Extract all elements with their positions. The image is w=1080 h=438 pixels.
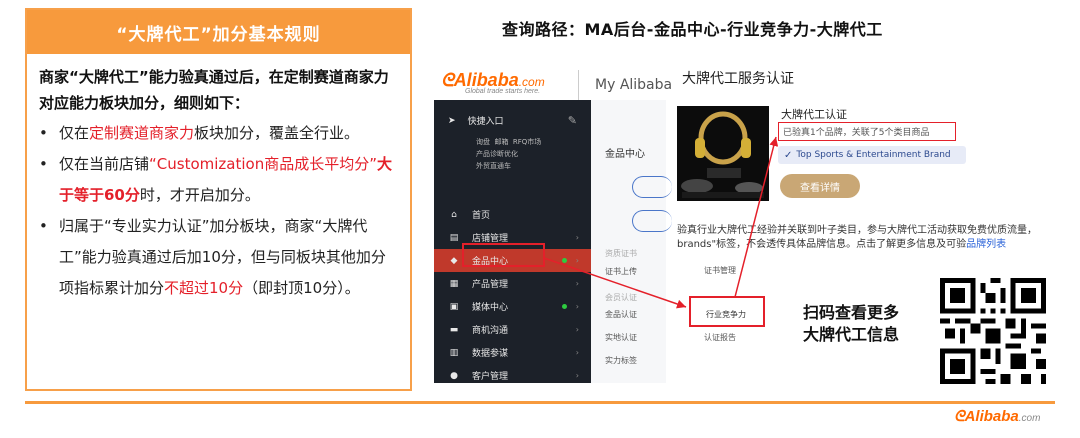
- qr-caption: 扫码查看更多 大牌代工信息: [803, 302, 899, 346]
- highlight-gold-center: [462, 243, 545, 267]
- alibaba-swoosh-icon: ᘓ: [954, 408, 965, 425]
- alibaba-logo-footer: ᘓAlibaba.com: [954, 408, 1040, 426]
- bottom-divider: [25, 401, 1055, 404]
- logo-word: Alibaba: [964, 408, 1019, 425]
- logo-dotcom: .com: [1018, 413, 1041, 424]
- arrow-to-competitiveness: [543, 257, 687, 309]
- annotation-overlay: [462, 136, 779, 327]
- qr-code[interactable]: [940, 278, 1046, 384]
- qr-caption-line2: 大牌代工信息: [803, 325, 900, 344]
- arrow-to-card: [734, 136, 779, 298]
- highlight-competitiveness: [689, 296, 765, 327]
- qr-caption-line1: 扫码查看更多: [803, 303, 900, 322]
